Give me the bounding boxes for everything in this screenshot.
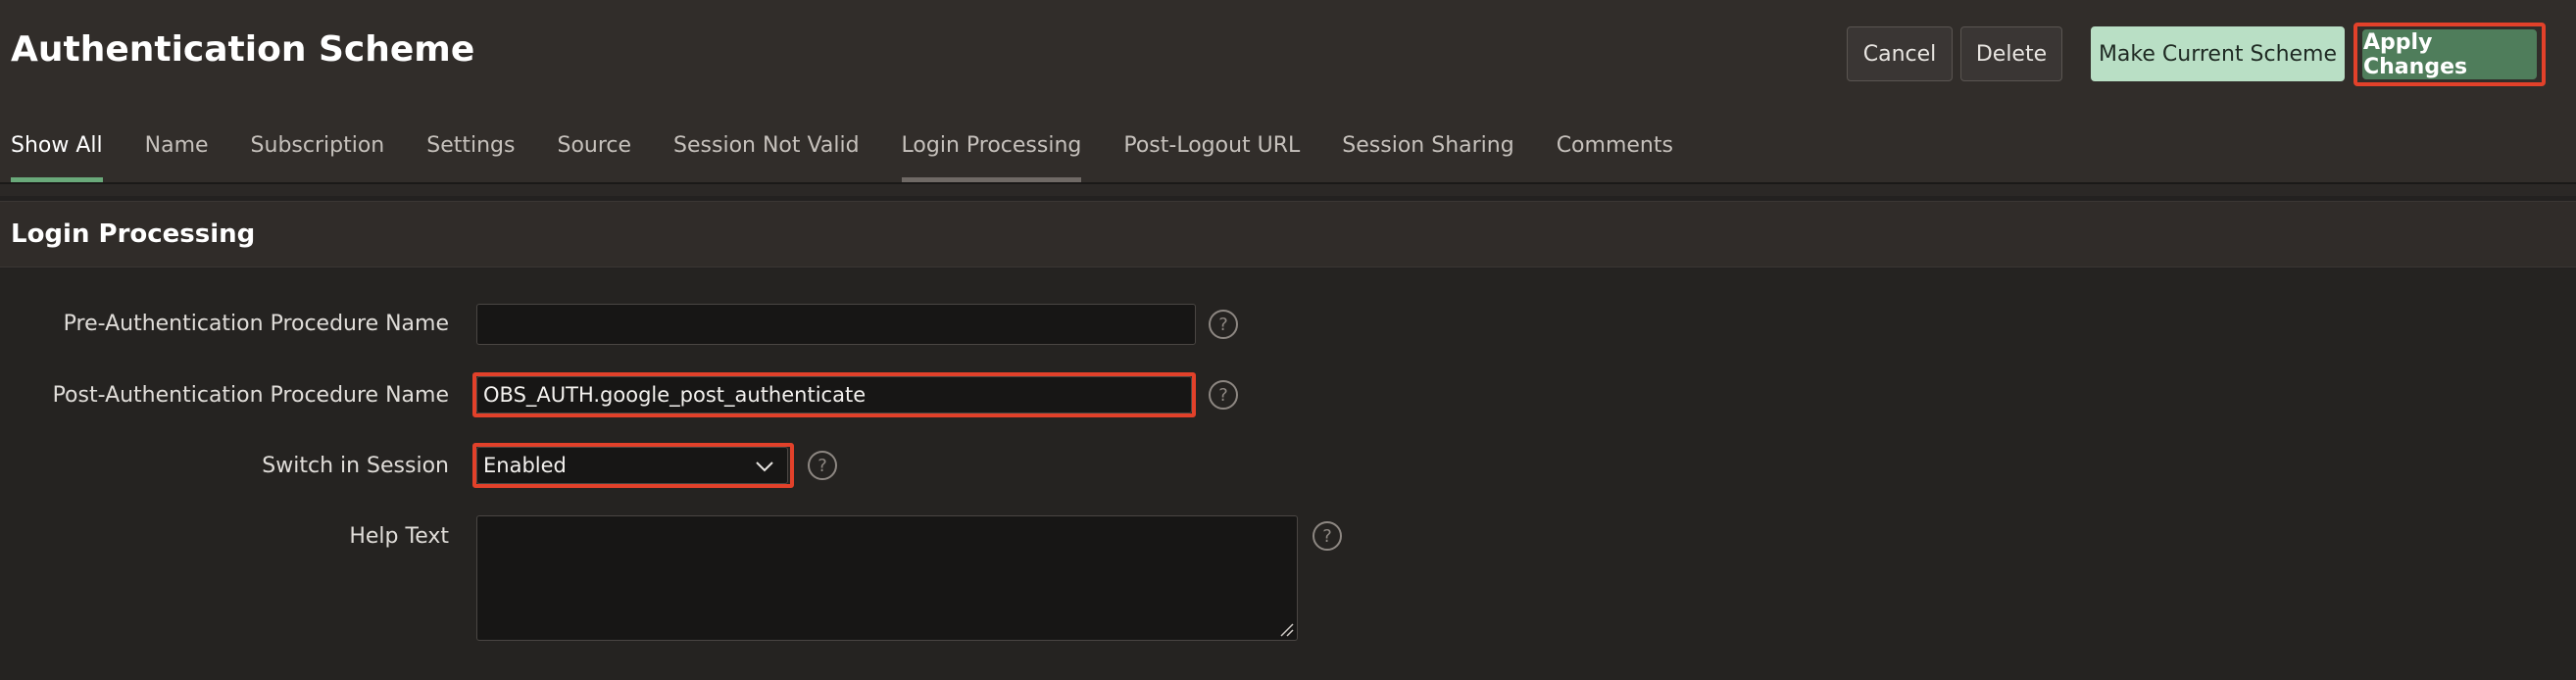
select-value: Enabled xyxy=(483,454,567,477)
tab-show-all[interactable]: Show All xyxy=(11,116,103,182)
tab-session-not-valid[interactable]: Session Not Valid xyxy=(673,116,859,182)
region-title: Login Processing xyxy=(11,219,256,249)
tab-label: Login Processing xyxy=(901,133,1082,158)
help-icon[interactable]: ? xyxy=(1209,380,1238,410)
delete-button[interactable]: Delete xyxy=(1960,26,2062,81)
header-shadow-strip xyxy=(0,184,2576,196)
tab-label: Subscription xyxy=(250,133,385,158)
tab-label: Comments xyxy=(1556,133,1673,158)
tab-post-logout-url[interactable]: Post-Logout URL xyxy=(1123,116,1300,182)
tab-subscription[interactable]: Subscription xyxy=(251,116,385,182)
page-title: Authentication Scheme xyxy=(11,29,475,70)
help-text-label: Help Text xyxy=(349,524,449,549)
post-auth-label: Post-Authentication Procedure Name xyxy=(52,383,449,408)
tab-label: Settings xyxy=(426,133,516,158)
tab-comments[interactable]: Comments xyxy=(1557,116,1673,182)
apply-changes-button[interactable]: Apply Changes xyxy=(2362,29,2537,79)
help-icon[interactable]: ? xyxy=(1313,521,1342,551)
region-header: Login Processing xyxy=(0,201,2576,267)
tab-label: Source xyxy=(557,133,632,158)
region-body: Pre-Authentication Procedure Name ? Post… xyxy=(0,268,2576,680)
switch-in-session-label: Switch in Session xyxy=(262,454,449,478)
tab-source[interactable]: Source xyxy=(557,116,631,182)
pre-auth-procedure-input[interactable] xyxy=(476,304,1196,345)
tab-label: Post-Logout URL xyxy=(1123,133,1301,158)
tab-login-processing[interactable]: Login Processing xyxy=(901,116,1082,182)
cancel-button[interactable]: Cancel xyxy=(1847,26,1953,81)
page-header: Authentication Scheme Cancel Delete Make… xyxy=(0,0,2576,182)
help-icon[interactable]: ? xyxy=(1209,310,1238,339)
tab-name[interactable]: Name xyxy=(145,116,209,182)
help-icon[interactable]: ? xyxy=(808,451,837,480)
chevron-down-icon xyxy=(756,461,773,472)
tab-label: Session Sharing xyxy=(1342,133,1514,158)
tab-label: Show All xyxy=(11,133,103,158)
help-text-textarea[interactable] xyxy=(476,515,1298,641)
tab-settings[interactable]: Settings xyxy=(426,116,515,182)
tab-bar: Show All Name Subscription Settings Sour… xyxy=(0,116,2576,182)
post-auth-procedure-input[interactable]: OBS_AUTH.google_post_authenticate xyxy=(476,376,1192,413)
tab-session-sharing[interactable]: Session Sharing xyxy=(1342,116,1513,182)
make-current-scheme-button[interactable]: Make Current Scheme xyxy=(2091,26,2345,81)
pre-auth-label: Pre-Authentication Procedure Name xyxy=(63,312,449,336)
tab-label: Session Not Valid xyxy=(673,133,860,158)
resize-handle-icon[interactable] xyxy=(1278,621,1294,637)
switch-in-session-select[interactable]: Enabled xyxy=(476,447,788,484)
tab-label: Name xyxy=(144,133,209,158)
